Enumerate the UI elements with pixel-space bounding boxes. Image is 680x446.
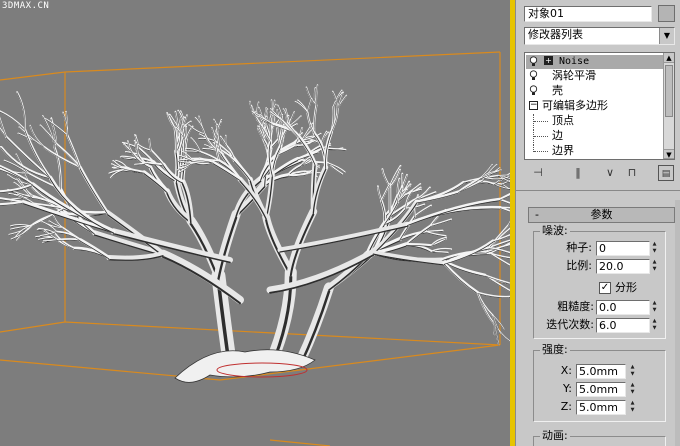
make-unique-icon[interactable]: ∨ [602,165,618,181]
x-strength-input[interactable]: 5.0mm [576,364,626,379]
scroll-down-icon[interactable]: ▼ [664,149,674,159]
stack-item-label: 涡轮平滑 [552,69,596,82]
animation-group: 动画: [533,430,666,446]
z-label: Z: [560,400,572,413]
scale-input[interactable]: 20.0 [596,259,650,274]
modifier-stack[interactable]: + Noise 涡轮平滑 壳 − 可编辑多边形 顶点 边 边界 ▲ ▼ [524,52,675,160]
seed-spinner[interactable]: ▲ ▼ [650,241,659,256]
stack-item-label: 壳 [552,84,563,97]
stack-item-label: Noise [559,56,590,67]
parameters-rollout-header[interactable]: - 参数 [528,207,675,223]
configure-sets-icon[interactable]: ▤ [658,165,674,181]
lightbulb-icon[interactable] [529,70,538,81]
z-strength-spinner[interactable]: ▲ ▼ [628,400,637,415]
stack-item-shell[interactable]: 壳 [526,84,663,98]
modifier-list-dropdown[interactable]: 修改器列表 ▼ [524,27,675,45]
tree-line [534,121,548,122]
tree-branch-shadow [0,111,26,131]
object-name-field[interactable]: 对象01 [524,6,652,22]
chevron-down-icon[interactable]: ▼ [659,28,674,44]
stack-item-border[interactable]: 边界 [526,144,663,158]
scale-spinner[interactable]: ▲ ▼ [650,259,659,274]
stack-item-vertex[interactable]: 顶点 [526,114,663,128]
stack-item-editable-poly[interactable]: − 可编辑多边形 [526,99,663,113]
y-label: Y: [563,382,572,395]
tree-model [0,84,512,383]
scroll-up-icon[interactable]: ▲ [664,53,674,63]
y-strength-input[interactable]: 5.0mm [576,382,626,397]
fractal-label: 分形 [615,281,637,294]
tree-branch [56,238,82,241]
tree-branch [262,213,295,277]
expand-plus-icon[interactable]: + [544,56,553,65]
stack-item-turbosmooth[interactable]: 涡轮平滑 [526,69,663,83]
tree-branch-shadow [307,98,312,114]
tree-branch-shadow [16,92,26,131]
strength-group-title: 强度: [540,343,570,356]
tree-branch-shadow [484,275,512,293]
fractal-checkbox[interactable]: ✓ [599,282,611,294]
tree-branch [483,274,512,285]
tree-branch [295,282,334,367]
command-panel: 对象01 修改器列表 ▼ + Noise 涡轮平滑 壳 − 可编辑多边形 顶点 … [515,0,680,446]
tree-branch [425,230,447,237]
iterations-label: 迭代次数: [546,318,594,331]
noise-group-title: 噪波: [540,224,570,237]
rollout-title: 参数 [590,208,613,221]
y-strength-spinner[interactable]: ▲ ▼ [628,382,637,397]
tree-branch-shadow [381,184,390,202]
pin-stack-icon[interactable]: ⊣ [530,165,546,181]
perspective-viewport[interactable]: 3DMAX.CN [0,0,512,446]
x-strength-spinner[interactable]: ▲ ▼ [628,364,637,379]
stack-toolbar: ⊣ ‖ ∨ ⊓ ▤ [524,165,675,183]
tree-branch [377,185,383,202]
lightbulb-icon[interactable] [529,56,538,67]
seed-input[interactable]: 0 [596,241,650,256]
viewport-canvas [0,51,512,446]
lightbulb-icon[interactable] [529,85,538,96]
tree-branch [78,165,109,215]
stack-item-edge[interactable]: 边 [526,129,663,143]
z-strength-input[interactable]: 5.0mm [576,400,626,415]
roughness-label: 粗糙度: [557,300,594,313]
modifier-list-label: 修改器列表 [528,28,583,41]
scroll-thumb[interactable] [665,65,673,117]
divider [516,190,680,191]
panel-scrollbar[interactable] [675,200,680,446]
object-color-swatch[interactable] [658,5,675,22]
roughness-spinner[interactable]: ▲ ▼ [650,300,659,315]
tree-line [534,151,548,152]
roughness-input[interactable]: 0.0 [596,300,650,315]
watermark-label: 3DMAX.CN [2,1,50,11]
tree-branch [29,124,45,148]
stack-item-label: 可编辑多边形 [542,99,608,112]
stack-scrollbar[interactable]: ▲ ▼ [663,53,674,159]
remove-modifier-icon[interactable]: ⊓ [624,165,640,181]
scale-label: 比例: [566,259,592,272]
tree-line [534,136,548,137]
rollout-collapse-icon[interactable]: - [535,208,539,222]
tree-branch-shadow [0,118,7,138]
collapse-minus-icon[interactable]: − [529,101,538,110]
x-label: X: [560,364,572,377]
animation-group-title: 动画: [540,429,570,442]
seed-label: 种子: [566,241,592,254]
stack-item-noise[interactable]: + Noise [526,55,663,69]
iterations-input[interactable]: 6.0 [596,318,650,333]
iterations-spinner[interactable]: ▲ ▼ [650,318,659,333]
show-end-result-icon[interactable]: ‖ [570,165,586,181]
tree-branch-shadow [407,200,500,226]
stack-item-label: 边 [552,129,563,142]
stack-item-label: 顶点 [552,114,574,127]
stack-item-label: 边界 [552,144,574,157]
